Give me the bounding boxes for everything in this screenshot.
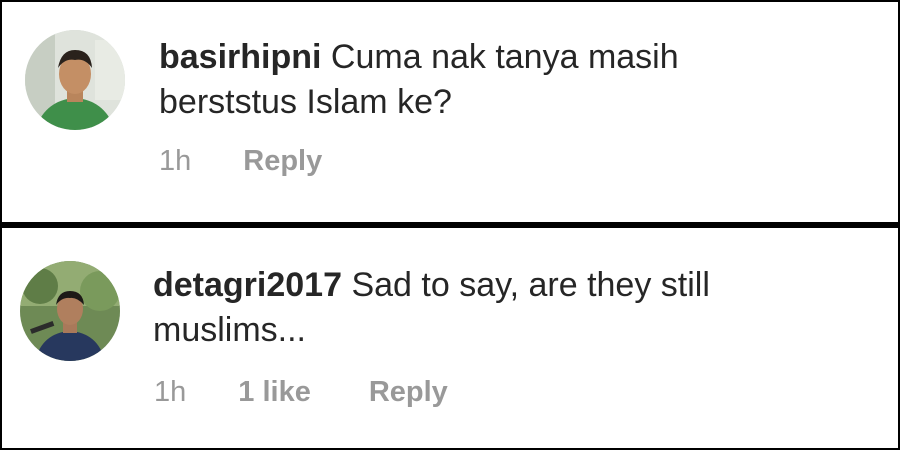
comment-username[interactable]: detagri2017 bbox=[153, 266, 342, 304]
comment-username[interactable]: basirhipni bbox=[159, 38, 321, 76]
comment-timestamp: 1h bbox=[154, 376, 187, 408]
reply-button[interactable]: Reply bbox=[243, 145, 322, 178]
comment-body-line2: muslims... bbox=[153, 311, 306, 349]
comment-item: detagri2017 Sad to say, are they still m… bbox=[2, 228, 898, 448]
likes-count[interactable]: 1 like bbox=[238, 376, 311, 409]
comment-text: basirhipni Cuma nak tanya masih berststu… bbox=[159, 35, 679, 125]
comment-line: detagri2017 Sad to say, are they still bbox=[153, 263, 710, 308]
avatar-photo bbox=[25, 30, 125, 130]
comment-meta: 1h 1 like Reply bbox=[154, 376, 448, 409]
comment-body-line1: Sad to say, are they still bbox=[351, 266, 710, 304]
comment-body-line1: Cuma nak tanya masih bbox=[330, 38, 679, 76]
comment-meta: 1h Reply bbox=[159, 145, 322, 178]
comment-line: basirhipni Cuma nak tanya masih bbox=[159, 35, 679, 80]
comment-text: detagri2017 Sad to say, are they still m… bbox=[153, 263, 710, 353]
comment-timestamp: 1h bbox=[159, 145, 192, 177]
avatar-photo bbox=[20, 261, 120, 361]
reply-button[interactable]: Reply bbox=[369, 376, 448, 409]
avatar[interactable] bbox=[20, 261, 120, 361]
avatar[interactable] bbox=[25, 30, 125, 130]
comment-item: basirhipni Cuma nak tanya masih berststu… bbox=[2, 2, 898, 222]
comment-body-line2: berststus Islam ke? bbox=[159, 83, 452, 121]
